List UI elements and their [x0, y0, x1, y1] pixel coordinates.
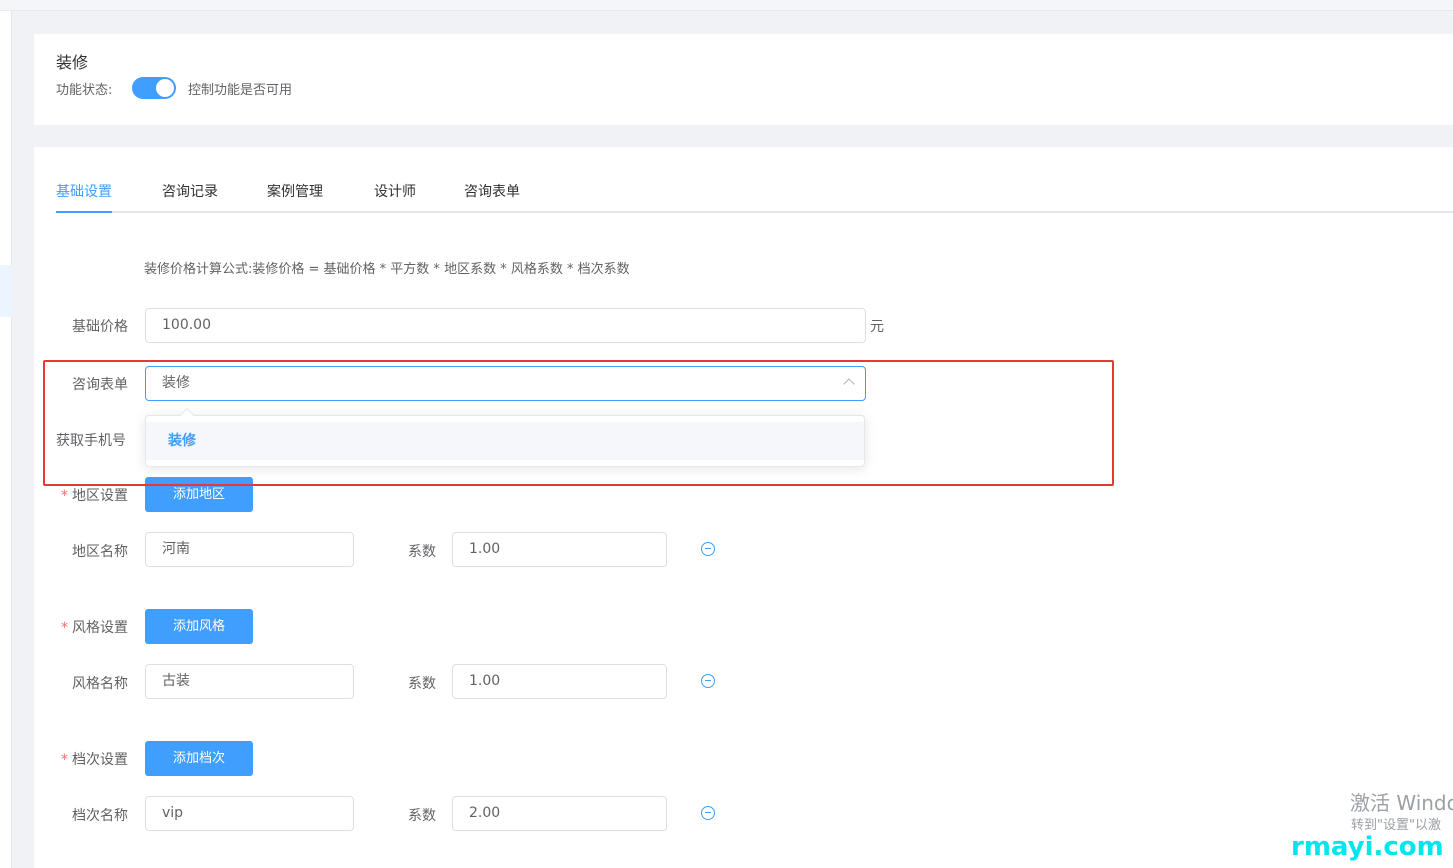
required-mark: * [61, 620, 68, 636]
top-bar [0, 0, 1453, 11]
settings-card: 基础设置 咨询记录 案例管理 设计师 咨询表单 装修价格计算公式:装修价格 = … [34, 147, 1453, 868]
site-watermark: rmayi.com [1291, 832, 1444, 862]
tab-consult-records[interactable]: 咨询记录 [162, 181, 218, 213]
dropdown-arrow [179, 407, 195, 423]
price-formula: 装修价格计算公式:装修价格 = 基础价格 * 平方数 * 地区系数 * 风格系数… [144, 262, 630, 277]
sidebar-active-item[interactable] [0, 265, 12, 317]
chevron-up-icon [843, 378, 855, 390]
add-style-button[interactable]: 添加风格 [145, 609, 253, 644]
consult-form-dropdown: 装修 [145, 407, 865, 467]
activate-windows-watermark: 激活 Windo [1350, 791, 1453, 815]
switch-description: 控制功能是否可用 [188, 83, 293, 98]
style-name-label: 风格名称 [72, 676, 128, 692]
style-settings-label: * 风格设置 [61, 617, 128, 637]
remove-grade-icon[interactable] [701, 806, 715, 820]
style-settings-text: 风格设置 [72, 620, 128, 636]
style-coef-input[interactable]: 1.00 [452, 664, 667, 699]
consult-form-label: 咨询表单 [72, 377, 128, 393]
style-name-input[interactable]: 古装 [145, 664, 354, 699]
remove-region-icon[interactable] [701, 542, 715, 556]
add-grade-button[interactable]: 添加档次 [145, 741, 253, 776]
base-price-unit: 元 [870, 319, 884, 335]
region-name-input[interactable]: 河南 [145, 532, 354, 567]
add-region-button[interactable]: 添加地区 [145, 477, 253, 512]
tab-consult-form[interactable]: 咨询表单 [464, 181, 520, 213]
switch-knob [156, 79, 174, 97]
consult-form-select[interactable]: 装修 [145, 366, 866, 401]
tab-basic-settings[interactable]: 基础设置 [56, 181, 112, 213]
required-mark: * [61, 488, 68, 504]
tab-designers[interactable]: 设计师 [374, 181, 416, 213]
consult-form-selected-value: 装修 [162, 375, 190, 391]
style-coef-label: 系数 [408, 676, 436, 692]
tab-case-management[interactable]: 案例管理 [267, 181, 323, 213]
grade-name-label: 档次名称 [72, 808, 128, 824]
base-price-label: 基础价格 [72, 319, 128, 335]
remove-style-icon[interactable] [701, 674, 715, 688]
feature-title: 装修 [56, 53, 89, 72]
grade-settings-text: 档次设置 [72, 752, 128, 768]
activate-windows-subtext: 转到"设置"以激 [1351, 818, 1441, 833]
region-settings-text: 地区设置 [72, 488, 128, 504]
required-mark: * [61, 752, 68, 768]
grade-coef-label: 系数 [408, 808, 436, 824]
region-coef-input[interactable]: 1.00 [452, 532, 667, 567]
settings-tabs: 基础设置 咨询记录 案例管理 设计师 咨询表单 [56, 179, 1453, 213]
grade-settings-label: * 档次设置 [61, 749, 128, 769]
dropdown-option[interactable]: 装修 [146, 422, 864, 460]
feature-state-label: 功能状态: [56, 83, 113, 98]
grade-coef-input[interactable]: 2.00 [452, 796, 667, 831]
left-sidebar [0, 11, 12, 868]
region-settings-label: * 地区设置 [61, 485, 128, 505]
region-name-label: 地区名称 [72, 544, 128, 560]
feature-status-card: 装修 功能状态: 控制功能是否可用 [34, 34, 1453, 125]
base-price-input[interactable]: 100.00 [145, 308, 866, 343]
feature-toggle-switch[interactable] [132, 77, 176, 99]
get-phone-label: 获取手机号 [56, 433, 126, 449]
grade-name-input[interactable]: vip [145, 796, 354, 831]
region-coef-label: 系数 [408, 544, 436, 560]
